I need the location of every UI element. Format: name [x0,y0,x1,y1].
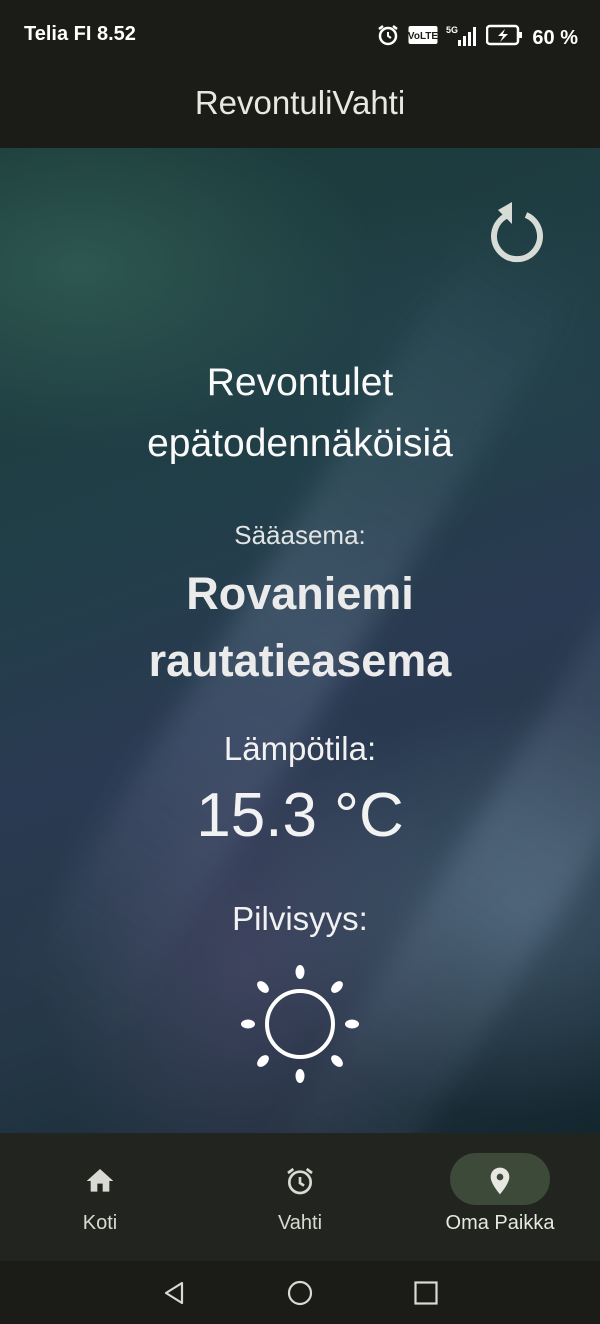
alarm-icon [376,23,400,53]
temperature-label: Lämpötila: [223,730,377,767]
nav-label-koti: Koti [82,1212,118,1234]
back-icon[interactable] [160,1279,188,1307]
location-pin-icon [490,1167,510,1195]
app-title: RevontuliVahti [194,84,406,121]
recents-icon[interactable] [412,1279,440,1307]
5g-signal-icon: 5G [446,24,478,52]
temperature-value: 15.3 °C [196,781,404,850]
battery-charging-icon [486,24,524,52]
nav-item-koti[interactable]: Koti [0,1133,200,1261]
network-label: 5G [446,25,458,35]
status-icons: VoLTE 5G 60 % [376,23,578,53]
refresh-button[interactable] [486,200,546,264]
weather-panel: Revontulet epätodennäköisiä Sääasema: Ro… [0,148,600,1133]
bottom-navigation: Koti Vahti Oma Paikka [0,1133,600,1261]
system-navigation [0,1261,600,1324]
sun-icon [240,964,360,1084]
aurora-status: Revontulet epätodennäköisiä [147,361,453,465]
volte-label: VoLTE [408,31,438,42]
battery-percentage: 60 % [532,26,578,49]
home-icon [86,1169,114,1192]
nav-item-vahti[interactable]: Vahti [200,1133,400,1261]
app-bar: RevontuliVahti [0,70,600,148]
station-name: Rovaniemi rautatieasema [148,568,452,686]
nav-label-vahti: Vahti [277,1212,323,1234]
carrier-time: Telia FI 8.52 [24,23,136,45]
status-bar: Telia FI 8.52 VoLTE 5G 60 % [0,0,600,70]
nav-item-oma-paikka[interactable]: Oma Paikka [400,1133,600,1261]
volte-icon: VoLTE [408,25,439,51]
station-label: Sääasema: [234,520,366,550]
cloudiness-label: Pilvisyys: [232,900,368,937]
alarm-clock-icon [287,1167,313,1195]
refresh-icon [491,202,543,263]
nav-label-oma-paikka: Oma Paikka [445,1212,555,1234]
home-circle-icon[interactable] [286,1279,314,1307]
